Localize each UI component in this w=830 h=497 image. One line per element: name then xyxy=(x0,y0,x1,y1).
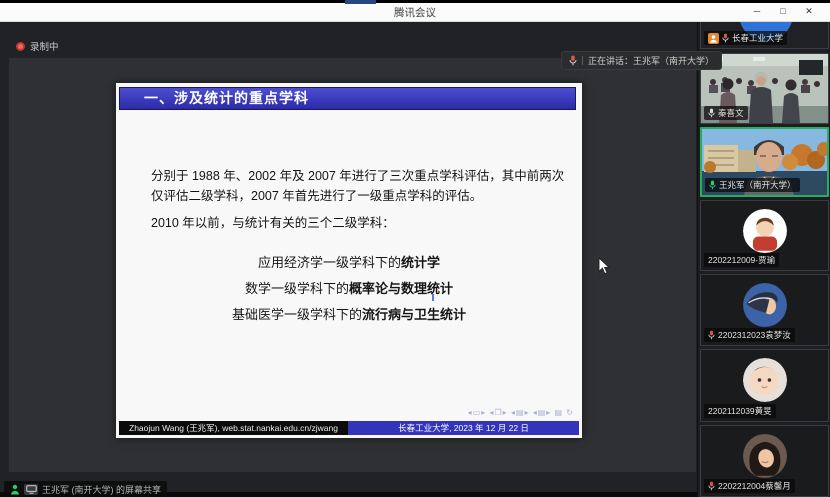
screen-share-status: 王兆军 (南开大学) 的屏幕共享 xyxy=(4,481,167,497)
window-title: 腾讯会议 xyxy=(0,5,830,20)
recording-indicator: 录制中 xyxy=(16,39,59,53)
host-badge-icon xyxy=(708,33,719,44)
participant-tile[interactable]: 长春工业大学 xyxy=(700,21,829,49)
slide-paragraph-1: 分别于 1988 年、2002 年及 2007 年进行了三次重点学科评估，其中前… xyxy=(151,166,565,206)
slide-bullet-list: 应用经济学一级学科下的统计学 数学一级学科下的概率论与数理统计 基础医学一级学科… xyxy=(116,250,582,328)
maximize-button[interactable]: □ xyxy=(770,3,796,19)
avatar xyxy=(743,209,787,253)
screen-share-status-text: 王兆军 (南开大学) 的屏幕共享 xyxy=(42,483,161,496)
background-window-tab xyxy=(345,0,376,4)
participant-tile-active-speaker[interactable]: 王兆军（南开大学） xyxy=(700,127,829,197)
slide-bullet: 数学一级学科下的概率论与数理统计 xyxy=(116,276,582,302)
participant-name-label: 2202212009-贾瑜 xyxy=(704,253,779,267)
annotation-caret xyxy=(432,294,434,301)
titlebar[interactable]: 腾讯会议 ─ □ ✕ xyxy=(0,0,830,22)
participant-tile[interactable]: 2202112039黄旻 xyxy=(700,349,829,422)
slide-footer-venue-date: 长春工业大学, 2023 年 12 月 22 日 xyxy=(348,421,579,435)
participants-sidebar[interactable]: 长春工业大学 xyxy=(697,21,830,497)
minimize-button[interactable]: ─ xyxy=(744,3,770,19)
slide-bullet: 应用经济学一级学科下的统计学 xyxy=(116,250,582,276)
slide-footer: Zhaojun Wang (王兆军), web.stat.nankai.edu.… xyxy=(119,421,579,435)
record-icon xyxy=(16,42,25,51)
participant-tile[interactable]: 2202212009-贾瑜 xyxy=(700,200,829,271)
mic-active-icon xyxy=(709,180,716,190)
slide-title: 一、涉及统计的重点学科 xyxy=(119,87,576,110)
window-controls: ─ □ ✕ xyxy=(744,3,822,19)
participant-name-label: 2202212004蔡馨月 xyxy=(704,479,795,493)
avatar xyxy=(743,283,787,327)
participant-name-label: 王兆军（南开大学） xyxy=(705,178,800,192)
mic-icon xyxy=(708,330,715,340)
participant-tile[interactable]: 2202212004蔡馨月 xyxy=(700,425,829,497)
avatar xyxy=(743,434,787,478)
microphone-icon xyxy=(569,55,577,66)
tencent-meeting-window: { "window": { "title": "腾讯会议", "minimize… xyxy=(0,0,830,497)
avatar xyxy=(743,358,787,402)
slide-paragraph-2: 2010 年以前，与统计有关的三个二级学科： xyxy=(151,213,565,233)
participant-tile[interactable]: 2202312023袁梦汝 xyxy=(700,274,829,346)
slide-bullet: 基础医学一级学科下的流行病与卫生统计 xyxy=(116,302,582,328)
mic-icon xyxy=(722,33,729,43)
recording-label: 录制中 xyxy=(30,39,59,53)
monitor-icon xyxy=(24,484,38,495)
mouse-cursor-icon xyxy=(598,257,610,275)
divider xyxy=(582,56,583,65)
presentation-slide: 一、涉及统计的重点学科 分别于 1988 年、2002 年及 2007 年进行了… xyxy=(116,83,582,438)
active-speaker-banner: 正在讲话：王兆军（南开大学） xyxy=(561,51,722,70)
beamer-navigation-icons: ◂▭▸ ◂❐▸ ◂▤▸ ◂▤▸ ▤ ↻ xyxy=(468,408,574,417)
participant-name-label: 秦喜文 xyxy=(704,106,748,120)
presenter-icon xyxy=(10,484,20,495)
speaking-label: 正在讲话：王兆军（南开大学） xyxy=(588,54,714,67)
participant-name-label: 长春工业大学 xyxy=(704,31,787,45)
participant-name-label: 2202312023袁梦汝 xyxy=(704,328,795,342)
close-button[interactable]: ✕ xyxy=(796,3,822,19)
slide-footer-author: Zhaojun Wang (王兆军), web.stat.nankai.edu.… xyxy=(119,421,348,435)
screen-top-edge xyxy=(0,0,830,3)
mic-icon xyxy=(708,108,715,118)
participant-name-label: 2202112039黄旻 xyxy=(704,404,776,418)
mic-icon xyxy=(708,481,715,491)
